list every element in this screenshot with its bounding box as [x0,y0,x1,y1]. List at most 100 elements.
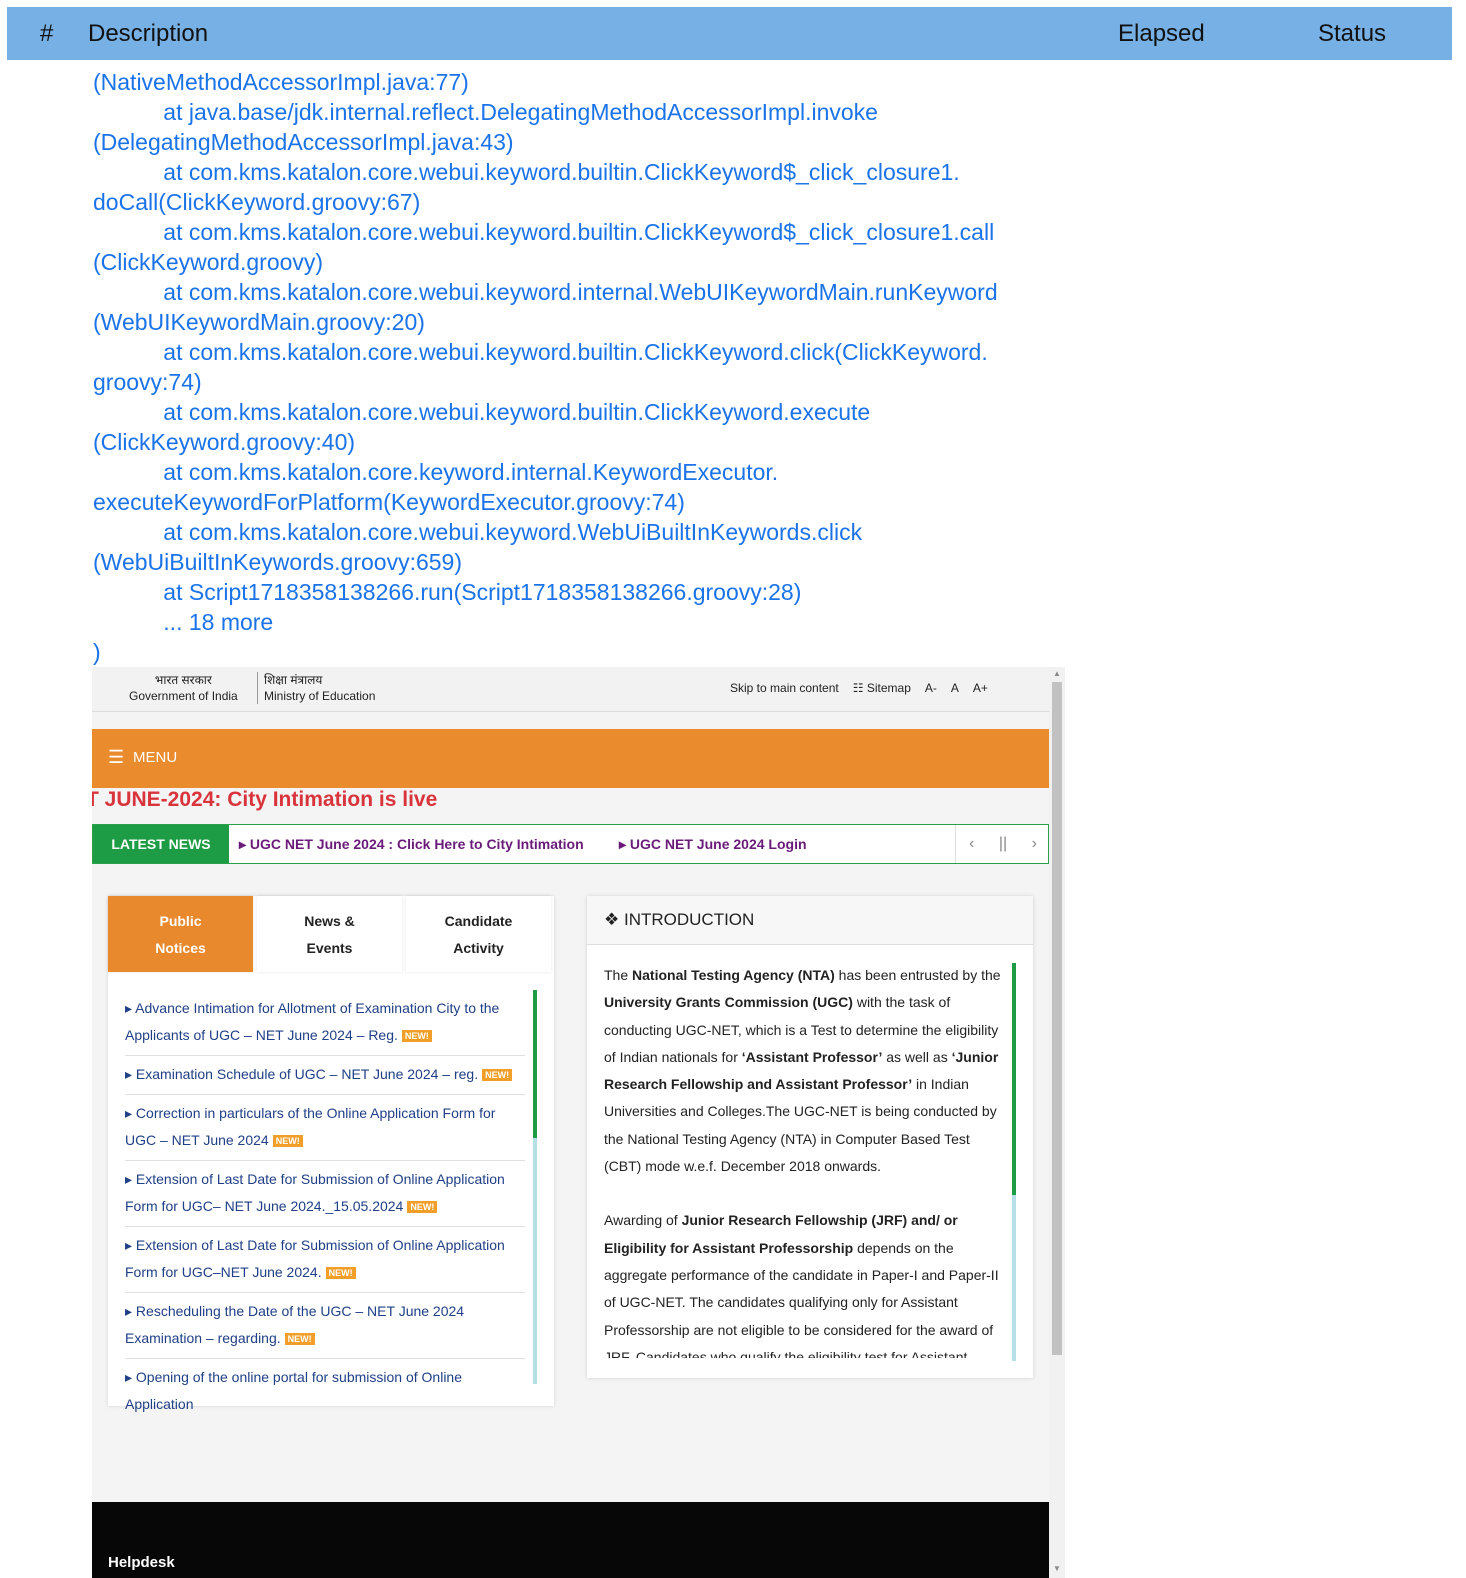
chevron-right-icon[interactable]: › [1019,825,1050,863]
list-item[interactable]: ▸ Rescheduling the Date of the UGC – NET… [125,1293,525,1359]
notices-panel: Public Notices News & Events Candidate A… [108,896,554,1412]
scroll-down-icon[interactable]: ▼ [1053,1564,1061,1573]
news-item-link[interactable]: UGC NET June 2024 Login [630,836,807,852]
notice-link[interactable]: Extension of Last Date for Submission of… [125,1237,505,1280]
log-line: (WebUIKeywordMain.groovy:20) [93,309,425,335]
tab-news-events[interactable]: News & Events [257,896,402,972]
sitemap-icon: ☷ [852,681,864,695]
page-scroll-thumb[interactable] [1052,682,1062,1355]
notice-link[interactable]: Correction in particulars of the Online … [125,1105,495,1148]
log-line: (NativeMethodAccessorImpl.java:77) [93,69,469,95]
scroll-up-icon[interactable]: ▲ [1053,669,1061,678]
notice-link[interactable]: Extension of Last Date for Submission of… [125,1171,505,1214]
log-line: at Script1718358138266.run(Script1718358… [93,579,802,605]
ministry-english-text: Ministry of Education [264,689,376,703]
tab-candidate-activity[interactable]: Candidate Activity [406,896,551,972]
notice-link[interactable]: Opening of the online portal for submiss… [125,1369,462,1412]
log-line: at com.kms.katalon.core.webui.keyword.bu… [93,399,871,425]
embedded-screenshot: भारत सरकार Government of India शिक्षा मं… [92,667,1065,1578]
notices-scroll-thumb[interactable] [533,990,537,1138]
column-status-header: Status [1318,20,1387,47]
latest-news-label: LATEST NEWS [93,825,229,863]
info-icon: ❖ [604,910,620,929]
log-line: at com.kms.katalon.core.webui.keyword.bu… [93,159,960,185]
font-normal-button[interactable]: A [951,681,959,695]
introduction-panel: ❖ INTRODUCTION The National Testing Agen… [587,896,1033,1378]
chevron-left-icon[interactable]: ‹ [956,825,987,863]
latest-news-ticker: LATEST NEWS ▸ UGC NET June 2024 : Click … [92,824,1049,864]
gov-hindi-text: भारत सरकार [154,673,212,687]
gov-top-bar: भारत सरकार Government of India शिक्षा मं… [92,667,1049,712]
intro-paragraph: Awarding of Junior Research Fellowship (… [604,1207,1008,1358]
ministry-label: शिक्षा मंत्रालय Ministry of Education [257,672,375,704]
log-line: at com.kms.katalon.core.keyword.internal… [93,459,779,485]
new-badge: NEW! [325,1267,356,1280]
page-scrollbar[interactable]: ▲ ▼ [1049,667,1065,1578]
stack-trace-log: (NativeMethodAccessorImpl.java:77) at ja… [93,67,1093,667]
log-line: ) [93,639,101,665]
log-line: (ClickKeyword.groovy:40) [93,429,356,455]
notice-link[interactable]: Examination Schedule of UGC – NET June 2… [136,1066,478,1082]
list-item[interactable]: ▸ Extension of Last Date for Submission … [125,1161,525,1227]
list-item[interactable]: ▸ Examination Schedule of UGC – NET June… [125,1056,525,1095]
intro-paragraph: The National Testing Agency (NTA) has be… [604,962,1008,1180]
list-item[interactable]: ▸ Advance Intimation for Allotment of Ex… [125,990,525,1056]
log-line: ... 18 more [93,609,274,635]
font-increase-button[interactable]: A+ [973,681,988,695]
text-span: as well as [882,1048,952,1065]
tab-label-line: Notices [155,940,206,956]
text-span: Awarding of [604,1212,682,1229]
skip-to-main-link[interactable]: Skip to main content [730,681,839,695]
introduction-heading: ❖ INTRODUCTION [587,896,1033,945]
ticker-controls: ‹ || › [955,825,1050,863]
ministry-hindi-text: शिक्षा मंत्रालय [264,673,323,687]
sitemap-label: Sitemap [866,681,911,695]
menu-label[interactable]: MENU [133,749,177,766]
gov-of-india-label: भारत सरकार Government of India [129,672,238,704]
tab-public-notices[interactable]: Public Notices [108,896,253,972]
notices-list: ▸ Advance Intimation for Allotment of Ex… [125,990,525,1424]
text-span: depends on the aggregate performance of … [604,1239,999,1358]
new-badge: NEW! [482,1069,513,1082]
helpdesk-heading: Helpdesk [108,1554,175,1571]
tab-label-line: Events [306,940,353,956]
gov-english-text: Government of India [129,689,238,703]
news-item-link[interactable]: UGC NET June 2024 : Click Here to City I… [250,836,584,852]
list-item[interactable]: ▸ Correction in particulars of the Onlin… [125,1095,525,1161]
new-badge: NEW! [401,1030,432,1043]
tab-label-line: Candidate [444,913,513,929]
tab-label-line: News & [304,913,355,929]
log-line: at java.base/jdk.internal.reflect.Delega… [93,99,878,125]
new-badge: NEW! [284,1333,315,1346]
font-decrease-button[interactable]: A- [925,681,937,695]
new-badge: NEW! [272,1135,303,1148]
news-item[interactable]: ▸ UGC NET June 2024 : Click Here to City… [239,836,584,853]
tab-label-line: Activity [453,940,504,956]
text-span: The [604,967,633,983]
report-header-row: # Description Elapsed Status [7,7,1452,60]
log-line: doCall(ClickKeyword.groovy:67) [93,189,421,215]
news-item[interactable]: ▸ UGC NET June 2024 Login [619,836,807,853]
list-item[interactable]: ▸ Opening of the online portal for submi… [125,1359,525,1424]
menu-bar[interactable]: ☰ MENU [92,729,1049,788]
sitemap-link[interactable]: ☷ Sitemap [853,681,911,695]
hamburger-icon[interactable]: ☰ [108,747,124,768]
tab-label-line: Public [159,913,202,929]
site-footer: Helpdesk [92,1502,1049,1578]
log-line: at com.kms.katalon.core.webui.keyword.bu… [93,219,995,245]
log-line: (DelegatingMethodAccessorImpl.java:43) [93,129,514,155]
announcement-marquee: T JUNE-2024: City Intimation is live [92,788,438,811]
log-line: at com.kms.katalon.core.webui.keyword.in… [93,279,998,305]
pause-icon[interactable]: || [987,825,1018,863]
bold-text: ‘Assistant Professor’ [741,1048,883,1065]
column-number-header: # [40,20,54,47]
log-line: (WebUiBuiltInKeywords.groovy:659) [93,549,463,575]
notice-link[interactable]: Advance Intimation for Allotment of Exam… [125,1000,499,1043]
intro-scroll-thumb[interactable] [1012,963,1016,1195]
introduction-text: The National Testing Agency (NTA) has be… [604,962,1008,1358]
text-span: has been entrusted by the [834,967,1001,983]
log-line: groovy:74) [93,369,202,395]
bold-text: National Testing Agency (NTA) [632,967,835,983]
introduction-title: INTRODUCTION [623,910,755,929]
list-item[interactable]: ▸ Extension of Last Date for Submission … [125,1227,525,1293]
